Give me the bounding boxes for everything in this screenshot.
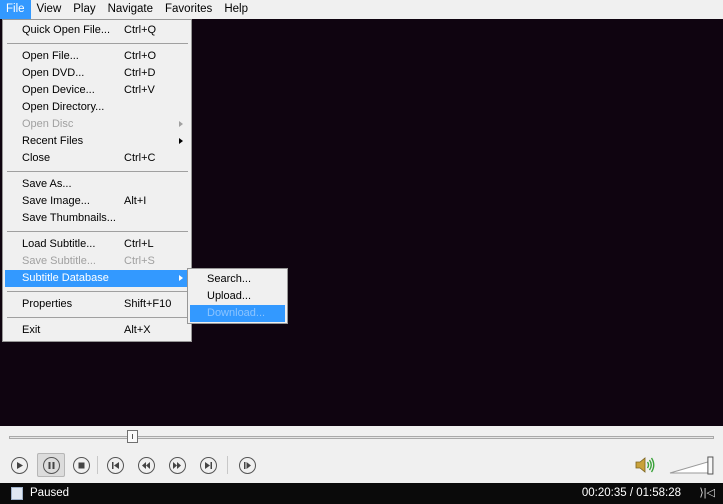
submenu-item-download: Download... xyxy=(190,305,285,322)
submenu-arrow-icon xyxy=(179,138,183,144)
volume-thumb[interactable] xyxy=(707,456,714,475)
menu-item-open-disc: Open Disc xyxy=(5,116,189,133)
menu-separator xyxy=(7,43,188,44)
menu-item-shortcut: Ctrl+C xyxy=(124,152,156,164)
menu-item-label: Open Disc xyxy=(22,118,74,130)
status-text: Paused xyxy=(30,487,70,499)
pause-button[interactable] xyxy=(37,453,65,477)
menu-bar: File View Play Navigate Favorites Help xyxy=(0,0,723,19)
toolbar-separator xyxy=(97,456,98,474)
speaker-icon[interactable] xyxy=(634,456,656,474)
menu-favorites[interactable]: Favorites xyxy=(159,0,218,19)
time-display: 00:20:35 / 01:58:28 xyxy=(581,487,681,499)
file-icon xyxy=(11,487,23,500)
menu-item-shortcut: Alt+I xyxy=(124,195,147,207)
toolbar-separator xyxy=(227,456,228,474)
frame-step-button[interactable] xyxy=(235,453,259,477)
menu-item-label: Load Subtitle... xyxy=(22,238,96,250)
file-menu: Quick Open File... Ctrl+Q Open File... Ctrl… xyxy=(2,19,192,342)
menu-item-label: Open Device... xyxy=(22,84,95,96)
menu-item-label: Subtitle Database xyxy=(22,272,109,284)
menu-item-label: Save As... xyxy=(22,178,72,190)
menu-item-label: Open DVD... xyxy=(22,67,85,79)
menu-item-properties[interactable]: Properties Shift+F10 xyxy=(5,296,189,313)
menu-file[interactable]: File xyxy=(0,0,31,19)
menu-item-subtitle-database[interactable]: Subtitle Database xyxy=(5,270,189,287)
seek-thumb[interactable] xyxy=(127,430,139,443)
menu-item-open-device[interactable]: Open Device... Ctrl+V xyxy=(5,82,189,99)
resize-grip-icon[interactable]: ⟩|◁ xyxy=(699,486,715,499)
play-button[interactable] xyxy=(7,453,31,477)
menu-item-open-directory[interactable]: Open Directory... xyxy=(5,99,189,116)
menu-play[interactable]: Play xyxy=(67,0,101,19)
menu-item-save-image[interactable]: Save Image... Alt+I xyxy=(5,193,189,210)
submenu-item-search[interactable]: Search... xyxy=(190,271,285,288)
menu-item-shortcut: Ctrl+V xyxy=(124,84,155,96)
menu-item-save-thumbnails[interactable]: Save Thumbnails... xyxy=(5,210,189,227)
status-bar: Paused 00:20:35 / 01:58:28 ⟩|◁ xyxy=(0,483,723,504)
stop-icon xyxy=(72,456,90,474)
menu-item-shortcut: Shift+F10 xyxy=(124,298,172,310)
menu-item-shortcut: Ctrl+S xyxy=(124,255,155,267)
seek-bar[interactable] xyxy=(0,426,723,448)
skip-back-icon xyxy=(106,456,124,474)
menu-navigate[interactable]: Navigate xyxy=(102,0,159,19)
menu-item-label: Open File... xyxy=(22,50,79,62)
volume-slider[interactable] xyxy=(669,455,717,475)
menu-item-open-file[interactable]: Open File... Ctrl+O xyxy=(5,48,189,65)
menu-item-label: Open Directory... xyxy=(22,101,105,113)
menu-item-label: Recent Files xyxy=(22,135,84,147)
pause-icon xyxy=(42,456,60,474)
menu-item-shortcut: Ctrl+D xyxy=(124,67,156,79)
skip-back-button[interactable] xyxy=(103,453,127,477)
stop-button[interactable] xyxy=(69,453,93,477)
subtitle-database-submenu: Search... Upload... Download... xyxy=(187,268,288,324)
skip-forward-icon xyxy=(199,456,217,474)
menu-item-label: Save Image... xyxy=(22,195,90,207)
menu-item-open-dvd[interactable]: Open DVD... Ctrl+D xyxy=(5,65,189,82)
menu-item-load-subtitle[interactable]: Load Subtitle... Ctrl+L xyxy=(5,236,189,253)
skip-forward-button[interactable] xyxy=(196,453,220,477)
menu-item-quick-open-file[interactable]: Quick Open File... Ctrl+Q xyxy=(5,22,189,39)
frame-step-icon xyxy=(238,456,256,474)
menu-item-save-as[interactable]: Save As... xyxy=(5,176,189,193)
play-icon xyxy=(10,456,28,474)
menu-help[interactable]: Help xyxy=(218,0,254,19)
menu-item-close[interactable]: Close Ctrl+C xyxy=(5,150,189,167)
menu-item-label: Save Thumbnails... xyxy=(22,212,116,224)
rewind-icon xyxy=(137,456,155,474)
menu-item-shortcut: Alt+X xyxy=(124,324,151,336)
seek-track[interactable] xyxy=(9,436,714,439)
menu-separator xyxy=(7,231,188,232)
submenu-arrow-icon xyxy=(179,121,183,127)
playback-toolbar xyxy=(0,448,723,482)
menu-item-label: Exit xyxy=(22,324,41,336)
menu-separator xyxy=(7,317,188,318)
menu-view[interactable]: View xyxy=(31,0,68,19)
menu-separator xyxy=(7,171,188,172)
fast-forward-button[interactable] xyxy=(165,453,189,477)
rewind-button[interactable] xyxy=(134,453,158,477)
menu-item-label: Quick Open File... xyxy=(22,24,111,36)
menu-item-exit[interactable]: Exit Alt+X xyxy=(5,322,189,339)
menu-item-recent-files[interactable]: Recent Files xyxy=(5,133,189,150)
fast-forward-icon xyxy=(168,456,186,474)
menu-separator xyxy=(7,291,188,292)
menu-item-label: Close xyxy=(22,152,51,164)
menu-item-shortcut: Ctrl+L xyxy=(124,238,154,250)
menu-item-shortcut: Ctrl+Q xyxy=(124,24,157,36)
menu-item-label: Save Subtitle... xyxy=(22,255,96,267)
menu-item-label: Properties xyxy=(22,298,73,310)
submenu-item-upload[interactable]: Upload... xyxy=(190,288,285,305)
menu-item-save-subtitle: Save Subtitle... Ctrl+S xyxy=(5,253,189,270)
menu-item-shortcut: Ctrl+O xyxy=(124,50,157,62)
submenu-arrow-icon xyxy=(179,275,183,281)
